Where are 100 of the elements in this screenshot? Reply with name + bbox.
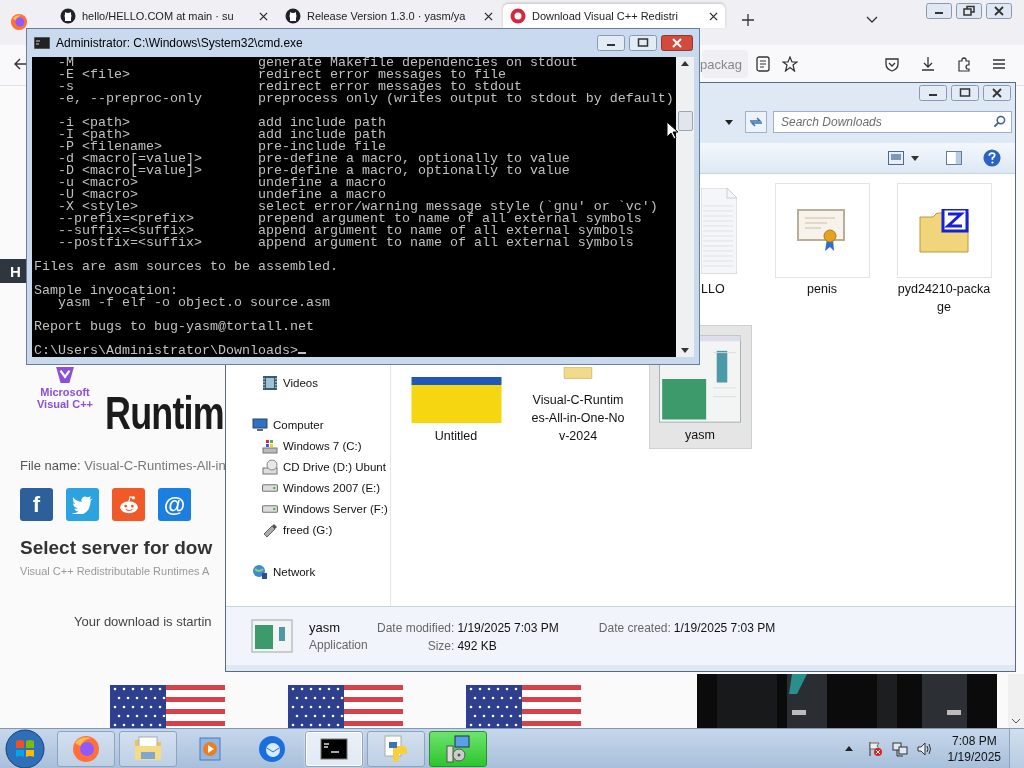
- new-tab-icon[interactable]: [742, 14, 754, 26]
- drive-icon: [262, 504, 278, 513]
- search-field[interactable]: Search Downloads: [773, 111, 1012, 133]
- usb-drive-icon: [262, 521, 278, 538]
- close-icon[interactable]: [259, 11, 268, 21]
- search-icon[interactable]: [993, 115, 1006, 128]
- show-hidden-icons-icon[interactable]: [844, 746, 853, 751]
- nav-item[interactable]: Windows Server (F:): [226, 498, 390, 519]
- clock-time: 7:08 PM: [951, 732, 997, 749]
- preview-pane-icon[interactable]: [946, 151, 962, 165]
- minimize-icon[interactable]: [926, 3, 952, 19]
- option-text: -P <filename>: [58, 141, 162, 153]
- facebook-share-button[interactable]: f: [20, 488, 53, 521]
- shield-icon[interactable]: [884, 56, 900, 72]
- download-icon[interactable]: [920, 56, 936, 72]
- view-options-icon[interactable]: [888, 151, 904, 165]
- page-heading: Runtim: [105, 387, 224, 439]
- option-description: undefine a macro: [257, 187, 386, 202]
- refresh-button[interactable]: [745, 111, 767, 133]
- file-name-value: Visual-C-Runtimes-All-in: [84, 458, 226, 473]
- nav-item[interactable]: Videos: [226, 372, 390, 393]
- console-text: Files are asm sources to be assembled.: [34, 259, 338, 274]
- arrow-down-icon[interactable]: [681, 348, 689, 353]
- restore-icon[interactable]: [956, 3, 982, 19]
- reader-view-icon[interactable]: [755, 56, 771, 72]
- close-icon[interactable]: [484, 11, 493, 21]
- file-name: pyd24210-package: [896, 281, 992, 316]
- console-text: Sample invocation:: [34, 283, 178, 298]
- volume-icon[interactable]: [916, 740, 933, 757]
- alien-icon: [117, 495, 140, 514]
- file-name-label: File name:: [20, 458, 81, 473]
- detail-value: 1/19/2025 7:03 PM: [457, 621, 559, 635]
- maximize-icon[interactable]: [951, 85, 979, 101]
- option-text: -D <macro[=value]>: [58, 165, 203, 177]
- menu-icon[interactable]: [991, 56, 1007, 72]
- option-text: -s: [58, 81, 75, 93]
- help-icon[interactable]: [983, 149, 1001, 167]
- computer-icon: [252, 416, 268, 433]
- text-cursor: [297, 352, 306, 354]
- download-status-text: Your download is startin: [74, 614, 212, 629]
- nav-item[interactable]: Windows 7 (C:): [226, 435, 390, 456]
- detail-label: Size:: [426, 639, 455, 653]
- chevron-down-icon[interactable]: [866, 16, 878, 24]
- star-icon[interactable]: [782, 56, 798, 72]
- detail-value: 492 KB: [457, 639, 498, 653]
- file-type: Application: [309, 638, 369, 652]
- back-arrow-icon[interactable]: [14, 58, 28, 70]
- logo-text: Microsoft Visual C++: [35, 386, 95, 410]
- browser-tab[interactable]: Download Visual C++ Redistri: [503, 4, 725, 28]
- film-icon: [262, 374, 278, 391]
- close-icon[interactable]: [661, 35, 693, 51]
- flag-icon[interactable]: [466, 685, 581, 729]
- bird-icon: [71, 495, 94, 514]
- clock[interactable]: 7:08 PM 1/19/2025: [947, 732, 1001, 765]
- caret-icon[interactable]: [725, 119, 733, 125]
- nav-item[interactable]: freed (G:): [226, 519, 390, 540]
- scrollbar[interactable]: [1008, 674, 1024, 728]
- document-icon: [701, 187, 737, 274]
- close-icon[interactable]: [709, 11, 718, 21]
- close-icon[interactable]: [986, 3, 1012, 19]
- taskbar-button[interactable]: [305, 730, 363, 767]
- twitter-share-button[interactable]: [66, 488, 99, 521]
- option-text: -e, --preproc-only: [58, 93, 203, 105]
- reddit-share-button[interactable]: [112, 488, 145, 521]
- option-text: -E <file>: [58, 69, 131, 81]
- nav-item[interactable]: Network: [226, 561, 390, 582]
- close-icon[interactable]: [983, 85, 1011, 101]
- minimize-icon[interactable]: [919, 85, 947, 101]
- email-share-button[interactable]: @: [158, 488, 191, 521]
- extensions-icon[interactable]: [956, 56, 972, 72]
- console-text: Report bugs to bug-yasm@tortall.net: [34, 319, 314, 334]
- flag-icon[interactable]: [110, 685, 225, 729]
- detail-label: Date created:: [598, 621, 671, 635]
- file-item[interactable]: LLO: [701, 183, 756, 302]
- flag-icon[interactable]: [288, 685, 403, 729]
- scrollbar-thumb[interactable]: [677, 111, 693, 131]
- nav-item[interactable]: Computer: [226, 414, 390, 435]
- caret-icon[interactable]: [911, 155, 919, 161]
- arrow-up-icon[interactable]: [681, 61, 689, 66]
- installer-icon: [443, 733, 473, 764]
- flag-error-icon[interactable]: [866, 740, 883, 757]
- zipped-folder-icon: [919, 208, 969, 253]
- option-description: generate Makefile dependencies on stdout: [257, 57, 578, 70]
- file-item[interactable]: Visual-C-Runtimes-All-in-One-Nov-2024: [526, 367, 630, 449]
- file-name: penis: [806, 281, 838, 298]
- start-button[interactable]: [5, 728, 45, 768]
- browser-tab[interactable]: hello/HELLO.COM at main · su: [53, 4, 275, 28]
- option-text: -X <style>: [58, 201, 138, 213]
- arrow-down-icon[interactable]: [1011, 718, 1021, 724]
- minimize-icon[interactable]: [597, 35, 625, 51]
- refresh-icon: [748, 116, 764, 128]
- maximize-icon[interactable]: [629, 35, 657, 51]
- nav-item[interactable]: Windows 2007 (E:): [226, 477, 390, 498]
- file-item[interactable]: Untitled: [404, 377, 508, 449]
- network-icon[interactable]: [891, 740, 908, 757]
- browser-tab[interactable]: Release Version 1.3.0 · yasm/ya: [278, 4, 500, 28]
- nav-item[interactable]: CD Drive (D:) Ubunt: [226, 456, 390, 477]
- scrollbar[interactable]: [676, 57, 694, 357]
- drive-icon: [262, 483, 278, 492]
- site-header-text: H: [10, 262, 21, 280]
